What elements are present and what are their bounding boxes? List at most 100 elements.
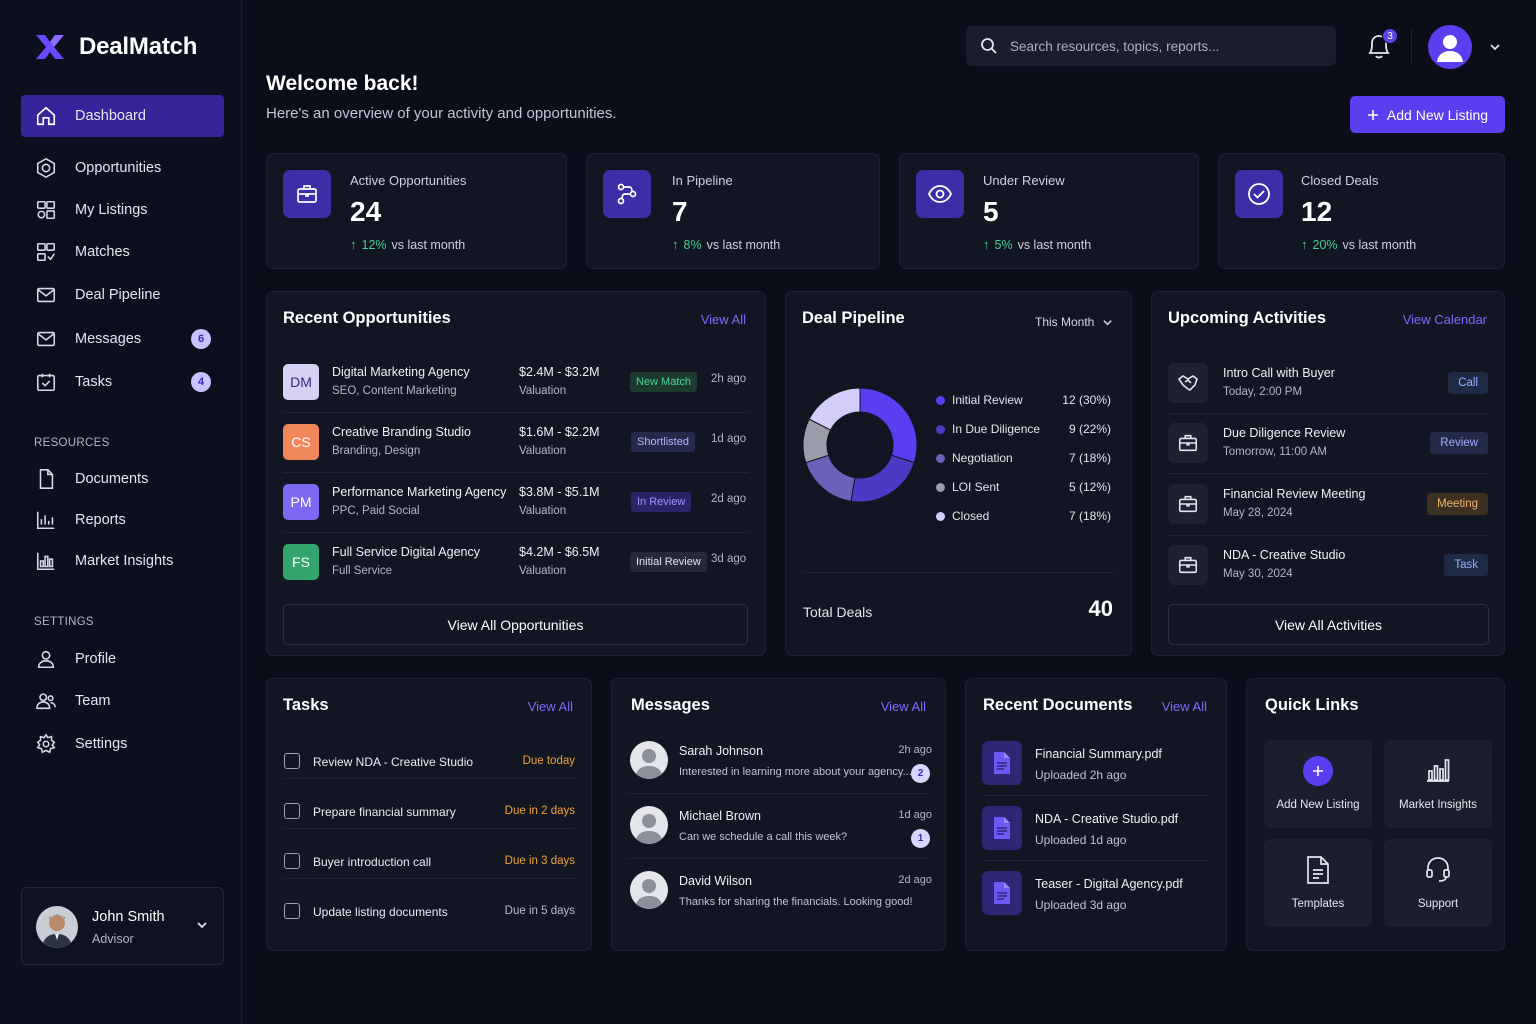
donut-slice-negotiation[interactable] bbox=[805, 454, 856, 502]
tasks-count-badge: 4 bbox=[191, 372, 211, 392]
view-all-documents-link[interactable]: View All bbox=[1162, 699, 1207, 714]
stat-icon-box bbox=[1235, 170, 1283, 218]
task-row[interactable]: Update listing documents Due in 5 days bbox=[283, 889, 575, 939]
sidebar-item-dashboard[interactable]: Dashboard bbox=[21, 95, 224, 137]
stat-card-under-review[interactable]: Under Review 5 ↑ 5% vs last month bbox=[899, 153, 1199, 269]
view-all-tasks-link[interactable]: View All bbox=[528, 699, 573, 714]
page-subtitle: Here's an overview of your activity and … bbox=[266, 105, 617, 122]
user-photo-icon bbox=[36, 906, 78, 948]
message-preview: Thanks for sharing the financials. Looki… bbox=[679, 896, 913, 908]
sidebar-item-matches[interactable]: Matches bbox=[21, 231, 224, 273]
sidebar-item-deal-pipeline[interactable]: Deal Pipeline bbox=[21, 274, 224, 316]
message-row[interactable]: David Wilson Thanks for sharing the fina… bbox=[630, 861, 932, 925]
plus-circle-icon bbox=[1303, 756, 1333, 786]
sidebar-item-messages[interactable]: Messages 6 bbox=[21, 318, 224, 360]
message-row[interactable]: Sarah Johnson Interested in learning mor… bbox=[630, 731, 932, 795]
activity-row[interactable]: NDA - Creative Studio May 30, 2024 Task bbox=[1168, 535, 1488, 595]
stat-change: ↑ 5% vs last month bbox=[983, 237, 1091, 252]
task-row[interactable]: Review NDA - Creative Studio Due today bbox=[283, 739, 575, 789]
app-logo[interactable]: DealMatch bbox=[33, 31, 197, 63]
view-calendar-link[interactable]: View Calendar bbox=[1403, 312, 1487, 327]
document-row[interactable]: Financial Summary.pdf Uploaded 2h ago bbox=[982, 733, 1208, 795]
sidebar-item-reports[interactable]: Reports bbox=[21, 499, 224, 541]
document-time: Uploaded 3d ago bbox=[1035, 898, 1127, 912]
chevron-down-icon bbox=[1103, 319, 1113, 325]
donut-slice-in-due-diligence[interactable] bbox=[850, 454, 915, 503]
task-row[interactable]: Prepare financial summary Due in 2 days bbox=[283, 789, 575, 839]
tasks-card: Tasks View All Review NDA - Creative Stu… bbox=[266, 678, 592, 951]
card-title: Recent Documents bbox=[983, 696, 1133, 714]
task-checkbox[interactable] bbox=[284, 903, 300, 919]
user-profile-card[interactable]: John Smith Advisor bbox=[21, 887, 224, 965]
avatar[interactable] bbox=[1428, 25, 1472, 69]
legend-label: Initial Review bbox=[952, 393, 1023, 407]
row-divider bbox=[982, 860, 1210, 861]
stat-label: Under Review bbox=[983, 173, 1065, 188]
view-all-opportunities-button[interactable]: View All Opportunities bbox=[283, 604, 748, 645]
card-title: Upcoming Activities bbox=[1168, 309, 1326, 327]
stat-card-in-pipeline[interactable]: In Pipeline 7 ↑ 8% vs last month bbox=[586, 153, 880, 269]
legend-value: 9 (22%) bbox=[1068, 422, 1111, 436]
document-icon bbox=[39, 469, 54, 489]
sidebar-item-documents[interactable]: Documents bbox=[21, 458, 224, 500]
view-all-opportunities-link[interactable]: View All bbox=[701, 312, 746, 327]
task-checkbox[interactable] bbox=[284, 803, 300, 819]
activity-row[interactable]: Financial Review Meeting May 28, 2024 Me… bbox=[1168, 474, 1488, 534]
task-checkbox[interactable] bbox=[284, 853, 300, 869]
messages-count-badge: 6 bbox=[191, 329, 211, 349]
chevron-down-icon[interactable] bbox=[195, 918, 209, 932]
arrow-up-icon: ↑ bbox=[983, 237, 990, 252]
period-select[interactable]: This Month bbox=[1035, 315, 1113, 329]
legend-swatch bbox=[936, 454, 945, 463]
message-row[interactable]: Michael Brown Can we schedule a call thi… bbox=[630, 796, 932, 860]
opportunity-row[interactable]: DM Digital Marketing Agency SEO, Content… bbox=[283, 352, 748, 412]
team-icon bbox=[36, 693, 56, 710]
document-row[interactable]: Teaser - Digital Agency.pdf Uploaded 3d … bbox=[982, 863, 1208, 925]
legend-value: 12 (30%) bbox=[1062, 393, 1111, 407]
total-deals-value: 40 bbox=[1088, 596, 1113, 621]
stat-card-active-opportunities[interactable]: Active Opportunities 24 ↑ 12% vs last mo… bbox=[266, 153, 567, 269]
sidebar-item-tasks[interactable]: Tasks 4 bbox=[21, 361, 224, 403]
opportunity-time: 2d ago bbox=[711, 493, 747, 505]
card-title: Deal Pipeline bbox=[802, 309, 905, 327]
quick-link-templates[interactable]: Templates bbox=[1264, 839, 1372, 927]
donut-slice-initial-review[interactable] bbox=[859, 387, 918, 464]
opportunity-row[interactable]: CS Creative Branding Studio Branding, De… bbox=[283, 412, 748, 472]
quick-link-market-insights[interactable]: Market Insights bbox=[1384, 740, 1492, 828]
search-input[interactable]: Search resources, topics, reports... bbox=[966, 26, 1336, 66]
add-new-listing-button[interactable]: Add New Listing bbox=[1350, 96, 1505, 133]
eye-icon bbox=[927, 185, 953, 203]
sidebar-item-my-listings[interactable]: My Listings bbox=[21, 189, 224, 231]
task-row[interactable]: Buyer introduction call Due in 3 days bbox=[283, 839, 575, 889]
legend-swatch bbox=[936, 396, 945, 405]
sidebar-item-profile[interactable]: Profile bbox=[21, 638, 224, 680]
stat-icon-box bbox=[603, 170, 651, 218]
stat-value: 5 bbox=[983, 196, 999, 227]
status-badge: Shortlisted bbox=[631, 432, 695, 452]
activity-row[interactable]: Intro Call with Buyer Today, 2:00 PM Cal… bbox=[1168, 353, 1488, 413]
quick-link-support[interactable]: Support bbox=[1384, 839, 1492, 927]
sidebar-item-market-insights[interactable]: Market Insights bbox=[21, 540, 224, 582]
activity-row[interactable]: Due Diligence Review Tomorrow, 11:00 AM … bbox=[1168, 413, 1488, 473]
view-all-messages-link[interactable]: View All bbox=[881, 699, 926, 714]
sidebar-item-settings[interactable]: Settings bbox=[21, 723, 224, 765]
opportunity-row[interactable]: FS Full Service Digital Agency Full Serv… bbox=[283, 532, 748, 592]
stat-card-closed-deals[interactable]: Closed Deals 12 ↑ 20% vs last month bbox=[1218, 153, 1505, 269]
sidebar: DealMatch Dashboard Opportunities My Lis… bbox=[0, 0, 242, 1024]
sidebar-item-opportunities[interactable]: Opportunities bbox=[21, 147, 224, 189]
card-title: Quick Links bbox=[1265, 696, 1359, 714]
avatar bbox=[630, 871, 668, 909]
view-all-activities-button[interactable]: View All Activities bbox=[1168, 604, 1489, 645]
task-checkbox[interactable] bbox=[284, 753, 300, 769]
activity-title: Due Diligence Review bbox=[1223, 426, 1346, 440]
chevron-down-icon[interactable] bbox=[1488, 40, 1502, 54]
opportunity-valuation-label: Valuation bbox=[519, 505, 567, 517]
sidebar-item-team[interactable]: Team bbox=[21, 680, 224, 722]
add-new-listing-label: Add New Listing bbox=[1386, 106, 1489, 123]
opportunity-row[interactable]: PM Performance Marketing Agency PPC, Pai… bbox=[283, 472, 748, 532]
quick-link-add-new-listing[interactable]: Add New Listing bbox=[1264, 740, 1372, 828]
task-label: Update listing documents bbox=[313, 905, 448, 919]
legend-label: Negotiation bbox=[952, 451, 1013, 465]
quick-links-card: Quick Links Add New Listing Market Insig… bbox=[1246, 678, 1505, 951]
document-row[interactable]: NDA - Creative Studio.pdf Uploaded 1d ag… bbox=[982, 798, 1208, 860]
